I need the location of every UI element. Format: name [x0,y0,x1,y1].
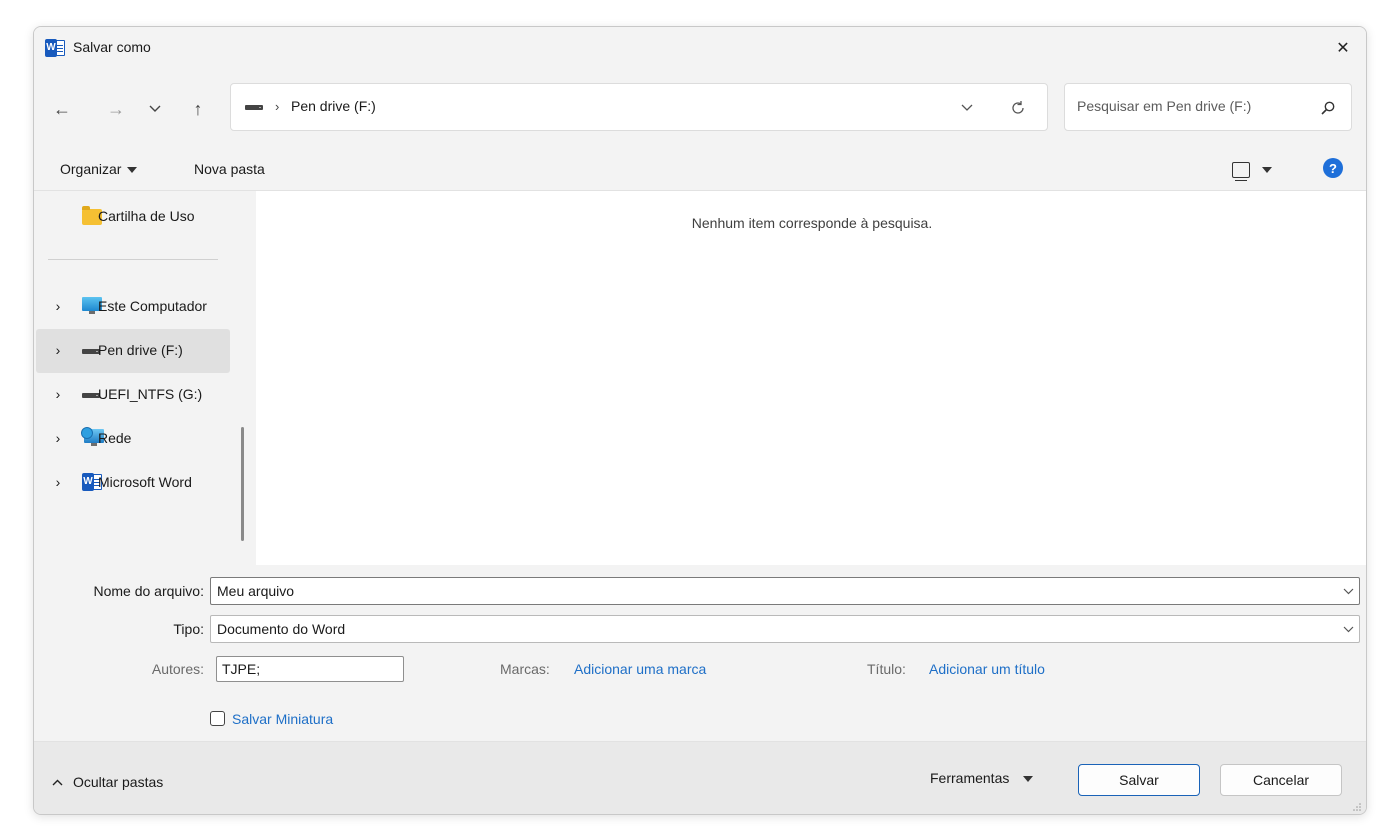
sidebar-item-label: Cartilha de Uso [98,208,195,224]
chevron-down-icon [1343,626,1353,632]
address-dropdown-button[interactable] [957,98,977,118]
navigation-pane: Cartilha de Uso › Este Computador › Pen … [34,191,256,565]
chevron-down-icon [961,104,973,111]
sidebar-item-uefi-ntfs[interactable]: › UEFI_NTFS (G:) [36,373,230,417]
doc-title-label: Título: [867,661,906,677]
refresh-button[interactable] [1006,96,1030,120]
sidebar-item-label: UEFI_NTFS (G:) [98,386,203,402]
sidebar-item-rede[interactable]: › Rede [36,417,230,461]
sidebar-item-label: Microsoft Word [98,474,192,490]
sidebar-item-pen-drive[interactable]: › Pen drive (F:) [36,329,230,373]
tags-label: Marcas: [500,661,550,677]
chevron-right-icon[interactable]: › [50,474,66,490]
save-form: Nome do arquivo: Meu arquivo Tipo: Docum… [34,565,1366,741]
hide-folders-label: Ocultar pastas [73,774,164,790]
recent-locations-button[interactable] [141,95,169,123]
empty-results-message: Nenhum item corresponde à pesquisa. [691,215,933,231]
cancel-button[interactable]: Cancelar [1220,764,1342,796]
caret-down-icon [1262,167,1272,173]
tools-button[interactable]: Ferramentas [930,770,1034,786]
back-button[interactable]: ← [48,95,76,123]
address-bar[interactable]: › Pen drive (F:) [230,83,1048,131]
caret-down-icon [1023,776,1034,783]
file-list[interactable]: Nenhum item corresponde à pesquisa. [256,191,1366,565]
sidebar-item-este-computador[interactable]: › Este Computador [36,285,230,329]
breadcrumb-separator: › [275,99,280,114]
up-button[interactable]: ↑ [184,95,212,123]
type-label: Tipo: [173,621,204,637]
authors-label: Autores: [151,661,204,677]
tools-label: Ferramentas [930,770,1010,786]
help-icon[interactable]: ? [1323,158,1343,178]
navigation-bar: ← → ↑ › Pen drive (F:) Pesquisar em Pen … [34,69,1366,147]
sidebar-scrollbar[interactable] [234,191,256,565]
close-button[interactable]: ✕ [1320,27,1366,69]
arrow-up-icon: ↑ [193,98,203,119]
filename-dropdown-button[interactable] [1341,584,1355,598]
organize-label: Organizar [60,161,122,177]
command-toolbar: Organizar Nova pasta ? [34,147,1366,191]
add-tag-link[interactable]: Adicionar uma marca [574,661,706,677]
save-button[interactable]: Salvar [1078,764,1200,796]
word-app-icon: W [45,39,65,57]
save-thumbnail-checkbox[interactable] [210,711,225,726]
arrow-left-icon: ← [53,98,71,119]
caret-down-icon [127,167,138,174]
save-thumbnail-label[interactable]: Salvar Miniatura [232,711,333,727]
sidebar-item-label: Rede [98,430,132,446]
refresh-icon [1012,101,1024,114]
authors-field[interactable]: TJPE; [216,656,404,682]
chevron-down-icon [149,105,161,112]
chevron-right-icon[interactable]: › [50,386,66,402]
forward-button[interactable]: → [102,95,130,123]
save-as-dialog: W Salvar como ✕ ← → ↑ › Pen drive (F:) P… [33,26,1367,815]
filename-label: Nome do arquivo: [93,583,204,599]
search-icon[interactable] [1319,99,1337,117]
sidebar-item-label: Este Computador [98,298,207,314]
chevron-down-icon [1343,588,1353,594]
dialog-footer: Ocultar pastas Ferramentas Salvar Cancel… [34,741,1366,814]
sidebar-item-label: Pen drive (F:) [98,342,183,358]
chevron-right-icon[interactable]: › [50,342,66,358]
filename-value: Meu arquivo [217,583,295,599]
drive-icon [245,105,263,110]
sidebar-item-cartilha[interactable]: Cartilha de Uso [36,195,230,239]
file-type-value: Documento do Word [217,621,346,637]
new-folder-button[interactable]: Nova pasta [194,161,265,177]
search-input[interactable]: Pesquisar em Pen drive (F:) [1077,98,1251,114]
view-options-button[interactable] [1232,159,1292,181]
window-title: Salvar como [73,39,151,55]
resize-grip-icon[interactable] [1352,802,1362,812]
add-title-link[interactable]: Adicionar um título [929,661,1045,677]
sidebar-item-microsoft-word[interactable]: › W Microsoft Word [36,461,230,505]
breadcrumb-location[interactable]: Pen drive (F:) [291,98,376,114]
hide-folders-button[interactable]: Ocultar pastas [52,774,163,790]
scrollbar-thumb[interactable] [241,427,244,541]
title-bar: W Salvar como ✕ [34,27,1366,69]
file-type-dropdown-button[interactable] [1341,622,1355,636]
close-icon: ✕ [1336,40,1350,57]
arrow-right-icon: → [107,98,125,119]
chevron-up-icon [52,779,63,785]
filename-field[interactable]: Meu arquivo [210,577,1360,605]
authors-value: TJPE; [222,661,261,677]
search-box[interactable]: Pesquisar em Pen drive (F:) [1064,83,1352,131]
organize-button[interactable]: Organizar [60,161,138,177]
chevron-right-icon[interactable]: › [50,298,66,314]
view-icon [1232,162,1250,181]
sidebar-divider [48,259,218,260]
file-type-select[interactable]: Documento do Word [210,615,1360,643]
chevron-right-icon[interactable]: › [50,430,66,446]
